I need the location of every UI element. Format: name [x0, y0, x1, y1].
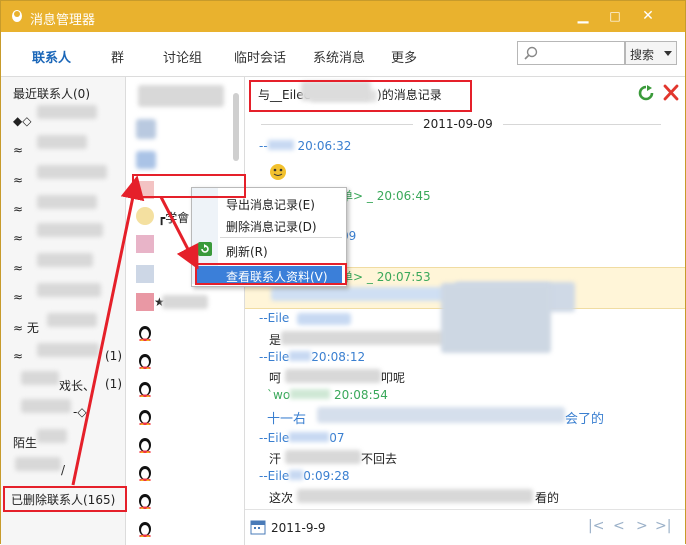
message-manager-window: 消息管理器 ▁ □ ✕ 联系人 群 讨论组 临时会话 系统消息 更多 搜索 最近…	[0, 0, 686, 545]
annotation-arrows	[71, 175, 199, 486]
